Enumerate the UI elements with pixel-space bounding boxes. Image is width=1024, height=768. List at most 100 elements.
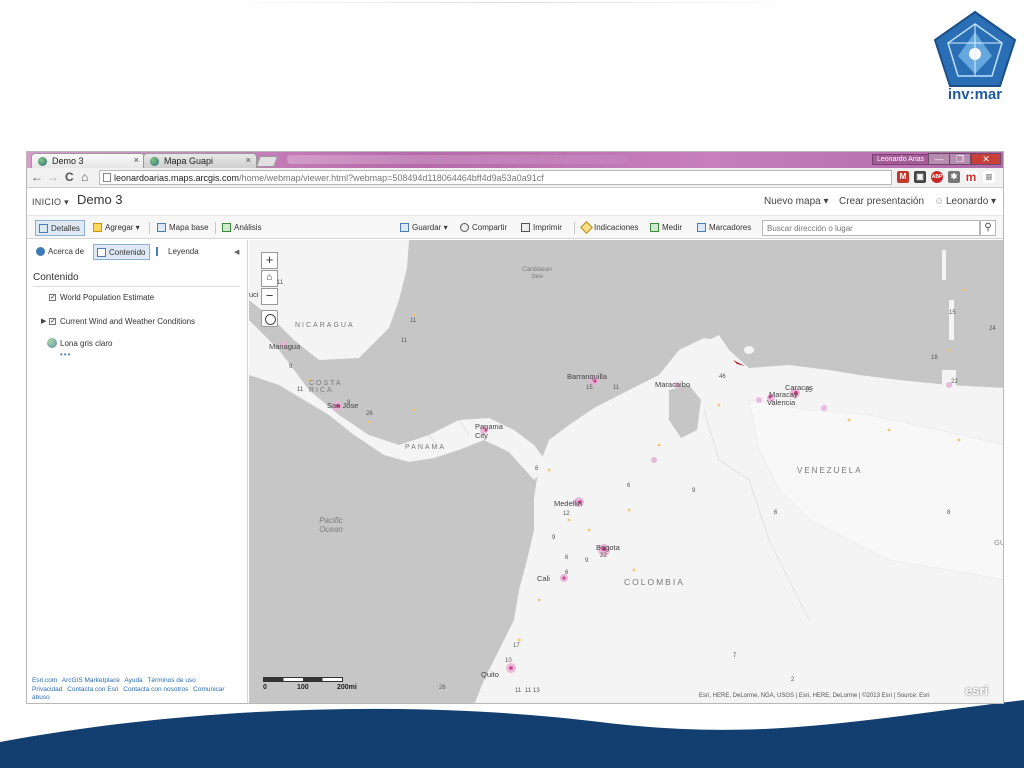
layer-checkbox-population[interactable]: ✓ bbox=[49, 294, 56, 301]
layer-basemap[interactable]: Lona gris claro bbox=[60, 339, 112, 348]
wind-speed-label: 6 bbox=[535, 466, 539, 472]
wind-speed-label: 18 bbox=[931, 355, 938, 361]
footer-link[interactable]: Contacta con nosotros bbox=[123, 686, 188, 693]
detalles-button[interactable]: Detalles bbox=[35, 220, 85, 236]
expand-triangle-icon[interactable]: ▶ bbox=[41, 317, 46, 325]
wind-speed-label: 24 bbox=[989, 326, 996, 332]
wind-speed-label: 17 bbox=[513, 643, 520, 649]
map-label-tegucigalpa-cut: uci bbox=[249, 290, 259, 299]
map-label-valencia: Valencia bbox=[767, 398, 796, 407]
browser-user-chip[interactable]: Leonardo Arias bbox=[872, 154, 930, 165]
more-options-icon[interactable]: ••• bbox=[60, 350, 71, 359]
guardar-button[interactable]: Guardar ▾ bbox=[397, 220, 452, 236]
analisis-button[interactable]: Análisis bbox=[219, 220, 266, 236]
share-link-icon bbox=[460, 223, 469, 232]
tab-leyenda[interactable]: Leyenda bbox=[153, 244, 203, 260]
close-tab-icon[interactable]: × bbox=[246, 155, 251, 165]
footer-link[interactable]: Contacta con Esri bbox=[67, 686, 118, 693]
nuevo-mapa-menu[interactable]: Nuevo mapa ▾ bbox=[764, 196, 829, 207]
slide-top-rule bbox=[210, 2, 810, 3]
medir-label: Medir bbox=[662, 223, 683, 232]
wind-speed-label: 22 bbox=[951, 379, 958, 385]
map-label-gu-cut: GU bbox=[994, 538, 1003, 547]
contenido-label: Contenido bbox=[109, 248, 146, 257]
content-icon bbox=[97, 248, 106, 257]
collapse-panel-icon[interactable]: ◀ bbox=[234, 248, 239, 256]
close-window-button[interactable]: ✕ bbox=[971, 153, 1001, 165]
wind-speed-label: 11 bbox=[515, 688, 522, 694]
back-arrow-icon[interactable]: ← bbox=[31, 170, 43, 184]
map-title: Demo 3 bbox=[77, 192, 123, 207]
compartir-label: Compartir bbox=[472, 223, 508, 232]
gmail-extension-icon[interactable]: M bbox=[897, 171, 909, 183]
footer-link[interactable]: Términos de uso bbox=[147, 677, 195, 684]
taskbar-blur bbox=[287, 155, 627, 164]
address-search-input[interactable]: Buscar dirección o lugar bbox=[762, 220, 980, 236]
maximize-button[interactable]: ❐ bbox=[949, 153, 971, 165]
new-tab-button[interactable] bbox=[255, 156, 279, 167]
wind-speed-label: 13 bbox=[533, 688, 540, 694]
chrome-menu-icon[interactable]: ≡ bbox=[983, 171, 995, 183]
m-extension-icon[interactable]: m bbox=[965, 171, 977, 183]
map-label-venezuela: VENEZUELA bbox=[797, 466, 863, 475]
wind-speed-label: 15 bbox=[949, 310, 956, 316]
map-label-panama-city: Panama City bbox=[475, 422, 503, 440]
close-tab-icon[interactable]: × bbox=[134, 155, 139, 165]
minimize-button[interactable]: — bbox=[928, 153, 950, 165]
browser-tab-strip: Demo 3 × Mapa Guapi × Leonardo Arias — ❐… bbox=[27, 152, 1003, 168]
directions-icon bbox=[580, 221, 593, 234]
marcadores-label: Marcadores bbox=[709, 223, 752, 232]
extension-puzzle-icon[interactable]: ✱ bbox=[948, 171, 960, 183]
wind-speed-label: 2 bbox=[791, 677, 795, 683]
bookmarks-icon bbox=[697, 223, 706, 232]
map-label-quito: Quito bbox=[481, 670, 499, 679]
arcgis-header: INICIO ▾ Demo 3 Nuevo mapa ▾ Crear prese… bbox=[27, 189, 1003, 215]
locate-icon[interactable] bbox=[261, 310, 278, 327]
reload-icon[interactable]: C bbox=[65, 170, 74, 184]
wind-speed-label: 11 bbox=[277, 280, 284, 286]
wind-speed-label: 15 bbox=[586, 385, 593, 391]
tab-demo-3[interactable]: Demo 3 × bbox=[31, 153, 145, 168]
user-menu[interactable]: Leonardo ▾ bbox=[946, 196, 996, 207]
footer-link[interactable]: Esri.com bbox=[32, 677, 57, 684]
address-bar: ← → C ⌂ leonardoarias.maps.arcgis.com/ho… bbox=[27, 168, 1003, 188]
footer-link[interactable]: Ayuda bbox=[124, 677, 142, 684]
layer-world-population[interactable]: World Population Estimate bbox=[60, 293, 154, 302]
screen-extension-icon[interactable]: ▣ bbox=[914, 171, 926, 183]
inicio-menu[interactable]: INICIO ▾ bbox=[32, 197, 69, 208]
url-field[interactable]: leonardoarias.maps.arcgis.com/home/webma… bbox=[99, 170, 892, 185]
tab-acerca-de[interactable]: Acerca de bbox=[33, 244, 88, 260]
home-icon[interactable]: ⌂ bbox=[81, 170, 88, 184]
forward-arrow-icon[interactable]: → bbox=[47, 170, 59, 184]
agregar-button[interactable]: Agregar ▾ bbox=[90, 220, 144, 236]
footer-link[interactable]: Privacidad bbox=[32, 686, 62, 693]
compartir-button[interactable]: Compartir bbox=[457, 220, 511, 236]
toolbar-divider bbox=[574, 222, 575, 234]
legend-icon bbox=[156, 247, 165, 256]
map-view[interactable]: + ⌂ − Caribbean Sea Pacific Ocean NICARA… bbox=[249, 240, 1003, 703]
map-label-panama-country: PANAMA bbox=[405, 444, 447, 451]
zoom-in-button[interactable]: + bbox=[261, 252, 278, 269]
mapa-base-button[interactable]: Mapa base bbox=[154, 220, 213, 236]
crear-presentacion-link[interactable]: Crear presentación bbox=[839, 196, 924, 207]
search-icon[interactable]: ⚲ bbox=[980, 220, 996, 236]
map-label-managua: Managua bbox=[269, 342, 301, 351]
browser-window: Demo 3 × Mapa Guapi × Leonardo Arias — ❐… bbox=[26, 151, 1004, 704]
zoom-out-button[interactable]: − bbox=[261, 288, 278, 305]
layer-checkbox-weather[interactable]: ✓ bbox=[49, 318, 56, 325]
esri-logo[interactable]: esri bbox=[965, 683, 988, 698]
home-extent-icon[interactable]: ⌂ bbox=[261, 270, 278, 287]
wind-speed-label: 12 bbox=[563, 511, 570, 517]
layer-wind-weather[interactable]: Current Wind and Weather Conditions bbox=[60, 317, 195, 326]
wind-speed-label: 11 bbox=[401, 338, 408, 344]
indicaciones-button[interactable]: Indicaciones bbox=[579, 220, 642, 236]
tab-mapa-guapi[interactable]: Mapa Guapi × bbox=[143, 153, 257, 168]
tab-contenido[interactable]: Contenido bbox=[93, 244, 151, 260]
imprimir-button[interactable]: Imprimir bbox=[518, 220, 566, 236]
marcadores-button[interactable]: Marcadores bbox=[694, 220, 755, 236]
footer-link[interactable]: ArcGIS Marketplace bbox=[62, 677, 120, 684]
medir-button[interactable]: Medir bbox=[647, 220, 686, 236]
print-icon bbox=[521, 223, 530, 232]
adblock-icon[interactable]: ABP bbox=[931, 171, 943, 183]
scale-label-end: 200mi bbox=[337, 684, 357, 691]
